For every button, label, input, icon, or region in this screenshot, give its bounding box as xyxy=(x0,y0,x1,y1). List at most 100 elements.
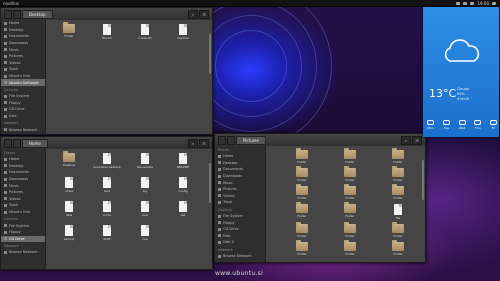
sidebar-item[interactable]: Floppy xyxy=(1,100,45,107)
file-item[interactable]: misc xyxy=(126,225,164,241)
power-icon[interactable] xyxy=(492,1,496,5)
sidebar-item[interactable]: Disk xyxy=(1,113,45,120)
sidebar-item[interactable]: Desktop xyxy=(1,163,45,170)
file-item[interactable]: Folder xyxy=(374,148,422,164)
sidebar-item[interactable]: CD Drive xyxy=(1,106,45,113)
sidebar-item[interactable]: Ubuntu Software xyxy=(1,79,45,86)
file-item[interactable]: draft xyxy=(88,225,126,241)
sidebar-item[interactable]: CD Drive xyxy=(215,226,265,233)
sidebar-item[interactable]: Browse Network xyxy=(1,249,45,256)
sidebar-item[interactable]: Disk xyxy=(215,233,265,240)
sidebar-item[interactable]: Home xyxy=(215,153,265,160)
sidebar-item[interactable]: Documents xyxy=(1,169,45,176)
file-item[interactable]: Folder xyxy=(326,184,374,200)
scrollbar[interactable] xyxy=(209,163,211,203)
file-item[interactable]: script xyxy=(88,201,126,217)
sidebar-item[interactable]: Downloads xyxy=(215,173,265,180)
path-button[interactable]: Home xyxy=(22,138,48,148)
sidebar-item[interactable]: Browse Network xyxy=(1,126,45,133)
scrollbar[interactable] xyxy=(209,34,211,74)
back-button[interactable] xyxy=(4,138,12,148)
file-item[interactable]: file.sample xyxy=(126,153,164,169)
file-item[interactable]: file xyxy=(374,204,422,220)
file-item[interactable]: Folder xyxy=(326,148,374,164)
file-item[interactable]: Folder xyxy=(278,166,326,182)
file-item[interactable]: Folder xyxy=(326,166,374,182)
sidebar-item[interactable]: Videos xyxy=(215,193,265,200)
file-item[interactable]: backup xyxy=(50,225,88,241)
sidebar-item[interactable]: File System xyxy=(1,222,45,229)
sidebar-item[interactable]: Trash xyxy=(1,66,45,73)
back-button[interactable] xyxy=(4,9,12,19)
mail-icon[interactable] xyxy=(463,1,468,5)
view-options-button[interactable]: ☰ xyxy=(199,138,209,148)
sidebar-item[interactable]: Music xyxy=(1,46,45,53)
file-item[interactable]: readme xyxy=(164,24,202,40)
sidebar-item[interactable]: Floppy xyxy=(1,229,45,236)
sidebar-item[interactable]: File System xyxy=(215,213,265,220)
sidebar-item[interactable]: Videos xyxy=(1,196,45,203)
sidebar-item[interactable]: Pictures xyxy=(215,186,265,193)
sidebar-item[interactable]: Documents xyxy=(1,33,45,40)
sidebar-item[interactable]: Pictures xyxy=(1,189,45,196)
sidebar-item[interactable]: Downloads xyxy=(1,176,45,183)
file-item[interactable]: file.txt xyxy=(88,24,126,40)
forward-button[interactable] xyxy=(13,9,21,19)
file-item[interactable]: Folder xyxy=(326,240,374,256)
file-item[interactable]: README xyxy=(164,153,202,169)
file-item[interactable]: examples.desktop xyxy=(88,153,126,169)
sidebar-item[interactable]: Desktop xyxy=(215,160,265,167)
file-item[interactable]: Folder xyxy=(50,22,88,40)
sidebar-item[interactable]: Music xyxy=(1,182,45,189)
view-options-button[interactable]: ☰ xyxy=(412,135,422,145)
forward-button[interactable] xyxy=(13,138,21,148)
search-icon[interactable]: ⌕ xyxy=(401,135,411,145)
sidebar-item[interactable]: Browse Network xyxy=(215,253,265,260)
volume-icon[interactable] xyxy=(470,1,475,5)
sidebar-item[interactable]: Floppy xyxy=(215,219,265,226)
file-item[interactable]: Folder xyxy=(278,222,326,238)
app-menu-title[interactable]: nautilus xyxy=(3,1,19,6)
search-icon[interactable]: ⌕ xyxy=(188,138,198,148)
file-item[interactable]: Folder xyxy=(326,222,374,238)
file-item[interactable]: log xyxy=(126,177,164,193)
file-item[interactable]: list xyxy=(164,201,202,217)
sidebar-item[interactable]: Ubuntu One xyxy=(1,209,45,216)
file-item[interactable]: Folder xyxy=(278,202,326,220)
sidebar-item[interactable]: Home xyxy=(1,156,45,163)
sidebar-item[interactable]: Documents xyxy=(215,166,265,173)
file-item[interactable]: Folder xyxy=(278,184,326,200)
sidebar-item[interactable]: CD Drive xyxy=(1,235,45,243)
sidebar-item[interactable]: Desktop xyxy=(1,27,45,34)
path-button[interactable]: Desktop xyxy=(22,9,53,19)
search-icon[interactable]: ⌕ xyxy=(188,9,198,19)
file-item[interactable]: Folder xyxy=(374,240,422,256)
file-item[interactable]: Folder xyxy=(326,202,374,220)
path-button[interactable]: Pictures xyxy=(236,135,266,145)
file-item[interactable]: Folder xyxy=(374,222,422,238)
file-item[interactable]: Folder xyxy=(278,148,326,164)
scrollbar[interactable] xyxy=(422,160,424,200)
file-item[interactable]: Folder xyxy=(278,240,326,256)
sidebar-item[interactable]: Disk 2 xyxy=(215,239,265,246)
file-item[interactable]: text xyxy=(88,177,126,193)
file-item[interactable]: notes.txt xyxy=(126,24,164,40)
sidebar-item[interactable]: Trash xyxy=(215,199,265,206)
sidebar-item[interactable]: Home xyxy=(1,20,45,27)
file-item[interactable]: config xyxy=(164,177,202,193)
file-item[interactable]: Desktop xyxy=(50,151,88,169)
sidebar-item[interactable]: Trash xyxy=(1,202,45,209)
file-item[interactable]: data xyxy=(50,201,88,217)
sidebar-item[interactable]: File System xyxy=(1,93,45,100)
file-item[interactable]: notes xyxy=(50,177,88,193)
sidebar-item[interactable]: Pictures xyxy=(1,53,45,60)
forward-button[interactable] xyxy=(227,135,235,145)
clock[interactable]: 19:00 xyxy=(477,1,489,6)
weather-widget[interactable]: 13°C Cloudy 65% 4 km/h Mon Tue Wed Thu Fri xyxy=(423,7,499,137)
sidebar-item[interactable]: Music xyxy=(215,179,265,186)
sidebar-item[interactable]: Downloads xyxy=(1,40,45,47)
view-options-button[interactable]: ☰ xyxy=(199,9,209,19)
back-button[interactable] xyxy=(218,135,226,145)
sidebar-item[interactable]: Ubuntu One xyxy=(1,73,45,80)
sidebar-item[interactable]: Videos xyxy=(1,60,45,67)
